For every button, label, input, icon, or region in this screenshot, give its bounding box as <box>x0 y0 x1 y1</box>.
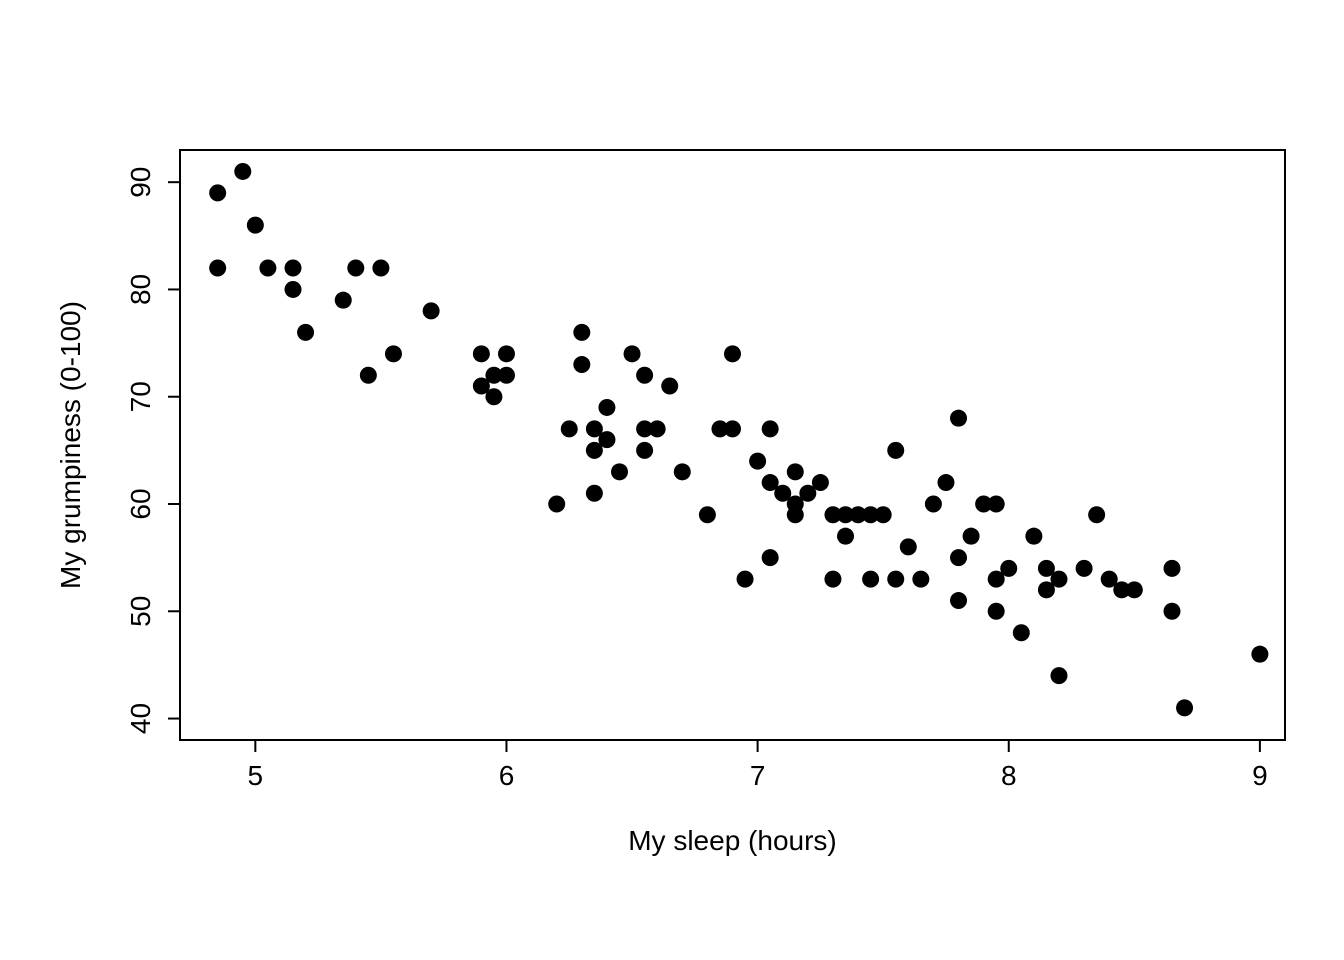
data-point <box>372 260 389 277</box>
y-tick-label: 80 <box>125 274 156 305</box>
y-tick-label: 40 <box>125 703 156 734</box>
y-tick-label: 70 <box>125 381 156 412</box>
data-point <box>1000 560 1017 577</box>
data-point <box>762 420 779 437</box>
data-point <box>912 571 929 588</box>
data-point <box>1176 699 1193 716</box>
data-point <box>285 281 302 298</box>
x-tick-label: 6 <box>499 760 515 791</box>
data-point <box>1013 624 1030 641</box>
data-point <box>649 420 666 437</box>
data-point <box>950 549 967 566</box>
data-point <box>234 163 251 180</box>
data-point <box>950 592 967 609</box>
data-point <box>473 345 490 362</box>
data-point <box>548 496 565 513</box>
data-point <box>950 410 967 427</box>
data-point <box>724 420 741 437</box>
x-tick-label: 5 <box>248 760 264 791</box>
data-point <box>963 528 980 545</box>
data-point <box>875 506 892 523</box>
data-point <box>749 453 766 470</box>
data-point <box>937 474 954 491</box>
data-point <box>988 603 1005 620</box>
x-tick-label: 7 <box>750 760 766 791</box>
data-point <box>561 420 578 437</box>
data-point <box>1251 646 1268 663</box>
data-point <box>598 431 615 448</box>
data-point <box>900 538 917 555</box>
data-point <box>787 463 804 480</box>
data-point <box>1050 667 1067 684</box>
data-point <box>887 571 904 588</box>
data-point <box>247 217 264 234</box>
data-point <box>498 367 515 384</box>
data-point <box>1163 560 1180 577</box>
data-point <box>598 399 615 416</box>
data-point <box>485 388 502 405</box>
data-point <box>209 260 226 277</box>
data-point <box>812 474 829 491</box>
y-tick-label: 50 <box>125 596 156 627</box>
data-point <box>611 463 628 480</box>
data-point <box>498 345 515 362</box>
data-point <box>586 485 603 502</box>
data-point <box>699 506 716 523</box>
y-tick-label: 60 <box>125 488 156 519</box>
data-point <box>724 345 741 362</box>
data-point <box>1025 528 1042 545</box>
data-point <box>285 260 302 277</box>
data-point <box>636 442 653 459</box>
data-point <box>297 324 314 341</box>
data-point <box>624 345 641 362</box>
data-point <box>762 549 779 566</box>
data-point <box>360 367 377 384</box>
data-point <box>573 324 590 341</box>
scatter-chart: 5 6 7 8 9 40 50 60 70 80 90 My sleep (hours) My grum… <box>0 0 1344 960</box>
plot-frame <box>180 150 1285 740</box>
data-point <box>824 571 841 588</box>
data-point <box>1050 571 1067 588</box>
data-point <box>925 496 942 513</box>
chart-svg: 5 6 7 8 9 40 50 60 70 80 90 My sleep (hours) My grum… <box>0 0 1344 960</box>
data-point <box>837 528 854 545</box>
data-point <box>988 496 1005 513</box>
data-point <box>209 184 226 201</box>
data-point <box>1163 603 1180 620</box>
data-point <box>674 463 691 480</box>
data-point <box>661 378 678 395</box>
data-point <box>1126 581 1143 598</box>
data-point <box>259 260 276 277</box>
data-point <box>1088 506 1105 523</box>
data-point <box>573 356 590 373</box>
y-axis-label: My grumpiness (0-100) <box>55 301 86 589</box>
data-point <box>636 367 653 384</box>
x-tick-label: 8 <box>1001 760 1017 791</box>
data-point <box>423 302 440 319</box>
x-tick-label: 9 <box>1252 760 1268 791</box>
data-point <box>1076 560 1093 577</box>
data-point <box>335 292 352 309</box>
y-tick-label: 90 <box>125 167 156 198</box>
data-point <box>887 442 904 459</box>
data-point <box>787 506 804 523</box>
data-point <box>385 345 402 362</box>
data-point <box>737 571 754 588</box>
data-point <box>347 260 364 277</box>
x-axis-label: My sleep (hours) <box>628 825 837 856</box>
data-point <box>862 571 879 588</box>
